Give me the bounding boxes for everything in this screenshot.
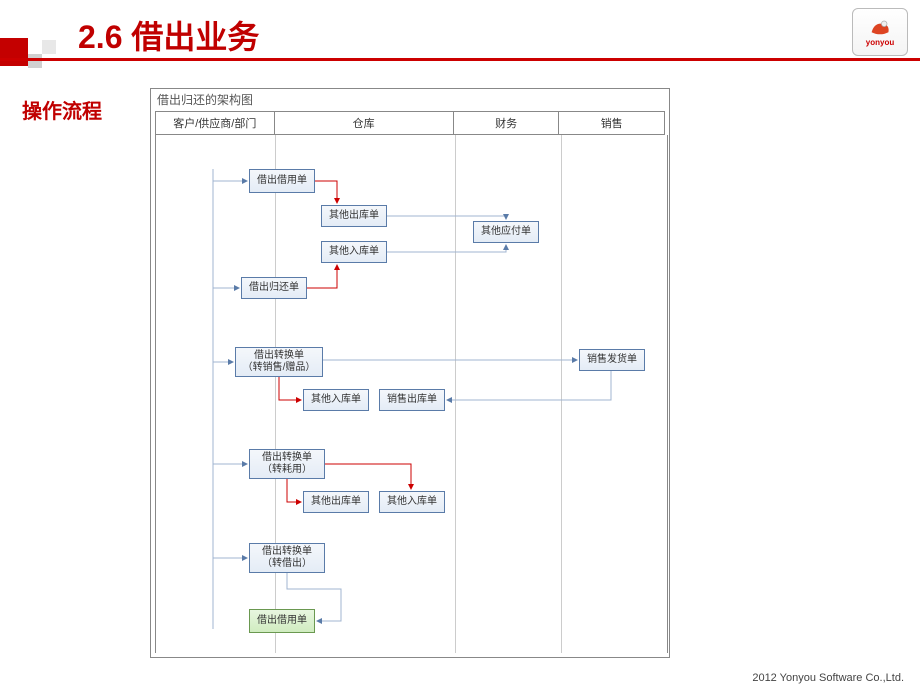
diagram-title: 借出归还的架构图 — [157, 91, 253, 108]
logo-text: yonyou — [866, 38, 894, 47]
col-warehouse: 仓库 — [275, 111, 454, 135]
node-convert-sale: 借出转换单 （转销售/赠品） — [235, 347, 323, 377]
node-other-payable: 其他应付单 — [473, 221, 539, 243]
node-other-out: 其他出库单 — [321, 205, 387, 227]
header-divider — [0, 58, 920, 61]
col-finance: 财务 — [454, 111, 560, 135]
section-title: 操作流程 — [22, 95, 102, 124]
col-customer: 客户/供应商/部门 — [155, 111, 275, 135]
node-lend-borrow: 借出借用单 — [249, 169, 315, 193]
yonyou-logo: yonyou — [852, 8, 908, 56]
node-convert-consume: 借出转换单 （转耗用） — [249, 449, 325, 479]
node-lend-borrow2: 借出借用单 — [249, 609, 315, 633]
node-convert-lend: 借出转换单 （转借出） — [249, 543, 325, 573]
node-other-out2: 其他出库单 — [303, 491, 369, 513]
swimlane-headers: 客户/供应商/部门 仓库 财务 销售 — [155, 111, 665, 135]
footer-copyright: 2012 Yonyou Software Co.,Ltd. — [752, 672, 904, 684]
node-sales-deliver: 销售发货单 — [579, 349, 645, 371]
flowchart: 借出归还的架构图 客户/供应商/部门 仓库 财务 销售 借出借用单 其他出库单 … — [150, 88, 670, 658]
connectors — [151, 89, 671, 659]
node-sales-out: 销售出库单 — [379, 389, 445, 411]
node-lend-return: 借出归还单 — [241, 277, 307, 299]
col-sales: 销售 — [559, 111, 665, 135]
node-other-in2: 其他入库单 — [303, 389, 369, 411]
node-other-in3: 其他入库单 — [379, 491, 445, 513]
node-other-in: 其他入库单 — [321, 241, 387, 263]
page-title: 2.6 借出业务 — [78, 12, 259, 58]
